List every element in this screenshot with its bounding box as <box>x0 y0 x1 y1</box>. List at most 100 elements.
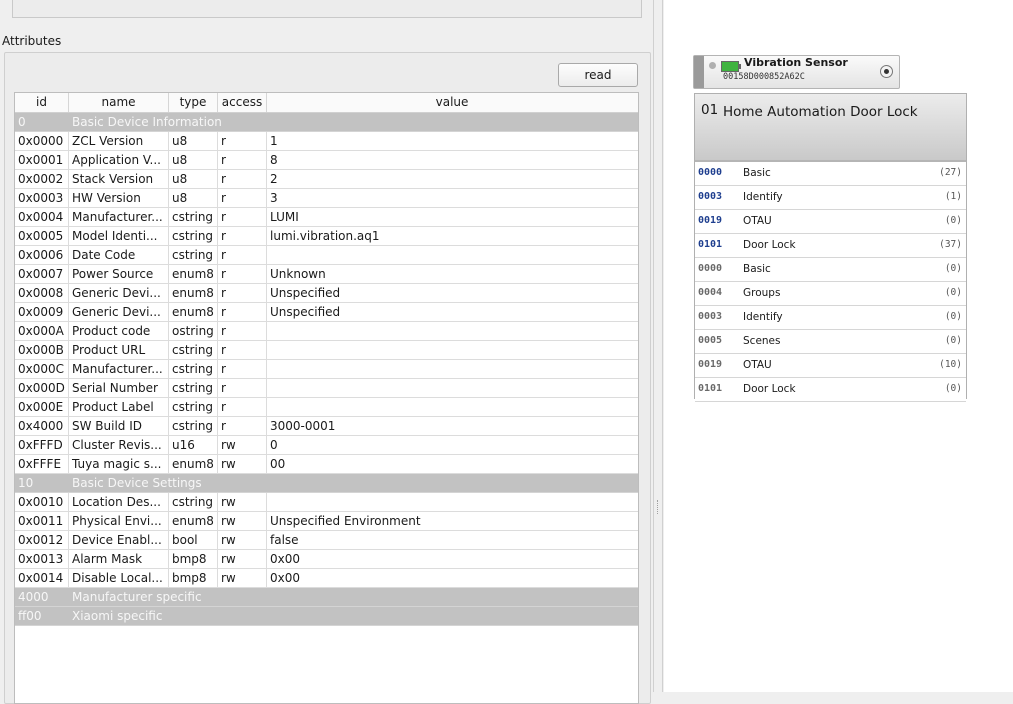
cell-id: 0x0007 <box>15 265 69 283</box>
table-row[interactable]: 0x0014 Disable Local... bmp8 rw 0x00 <box>15 569 638 588</box>
cell-id: 0xFFFE <box>15 455 69 473</box>
cell-access: rw <box>218 512 267 530</box>
cell-type: cstring <box>169 208 218 226</box>
cell-access: r <box>218 265 267 283</box>
cell-value: 0x00 <box>270 571 301 585</box>
cell-id: 0x0010 <box>15 493 69 511</box>
cell-access: r <box>218 303 267 321</box>
column-header-id[interactable]: id <box>15 93 69 112</box>
table-row[interactable]: 0x000A Product code ostring r <box>15 322 638 341</box>
cell-value: 0x00 <box>270 552 301 566</box>
table-row[interactable]: 0x0005 Model Identi... cstring r lumi.vibrat… <box>15 227 638 246</box>
cell-name: Application V... <box>69 151 169 169</box>
node-card[interactable]: Vibration Sensor 00158D000852A62C <box>693 55 900 89</box>
cell-name: Manufacturer... <box>69 208 169 226</box>
cluster-id: 0005 <box>698 335 723 346</box>
table-row[interactable]: 0x0004 Manufacturer... cstring r LUMI <box>15 208 638 227</box>
endpoint-header[interactable]: 01 Home Automation Door Lock <box>695 94 966 162</box>
cell-id: 0x0001 <box>15 151 69 169</box>
cell-id: 0x0011 <box>15 512 69 530</box>
attributes-table[interactable]: id name type access value 0 Basic Device … <box>14 92 639 704</box>
table-row[interactable]: 0x0007 Power Source enum8 r Unknown <box>15 265 638 284</box>
cluster-id: 0101 <box>698 383 723 394</box>
table-row[interactable]: 0x000D Serial Number cstring r <box>15 379 638 398</box>
table-row[interactable]: 0x0013 Alarm Mask bmp8 rw 0x00 <box>15 550 638 569</box>
cluster-item[interactable]: 0101 Door Lock (37) <box>695 234 966 258</box>
cluster-attribute-count: (37) <box>939 239 962 250</box>
cluster-item[interactable]: 0000 Basic (27) <box>695 162 966 186</box>
cell-value <box>267 322 637 340</box>
cell-value: lumi.vibration.aq1 <box>270 229 380 243</box>
section-row[interactable]: ff00 Xiaomi specific <box>15 607 638 626</box>
table-row[interactable]: 0x0011 Physical Envi... enum8 rw Unspecified… <box>15 512 638 531</box>
cluster-attribute-count: (0) <box>944 263 962 274</box>
table-row[interactable]: 0x0010 Location Des... cstring rw <box>15 493 638 512</box>
read-button[interactable]: read <box>558 63 638 87</box>
table-row[interactable]: 0x000E Product Label cstring r <box>15 398 638 417</box>
section-row[interactable]: 0 Basic Device Information <box>15 113 638 132</box>
cell-value <box>267 493 637 511</box>
cell-type: u8 <box>169 189 218 207</box>
cell-value <box>267 398 637 416</box>
table-row[interactable]: 0x4000 SW Build ID cstring r 3000-0001 <box>15 417 638 436</box>
table-row[interactable]: 0xFFFE Tuya magic s... enum8 rw 00 <box>15 455 638 474</box>
battery-icon <box>721 61 741 72</box>
cluster-name: Identify <box>743 311 783 323</box>
table-row[interactable]: 0x0012 Device Enabl... bool rw false <box>15 531 638 550</box>
table-row[interactable]: 0x0003 HW Version u8 r 3 <box>15 189 638 208</box>
table-row[interactable]: 0xFFFD Cluster Revis... u16 rw 0 <box>15 436 638 455</box>
cluster-item[interactable]: 0004 Groups (0) <box>695 282 966 306</box>
cell-id: 0x000A <box>15 322 69 340</box>
cell-id: ff00 <box>15 607 69 625</box>
cell-value <box>267 341 637 359</box>
column-header-access[interactable]: access <box>218 93 267 112</box>
cell-value: Unknown <box>270 267 326 281</box>
table-row[interactable]: 0x0002 Stack Version u8 r 2 <box>15 170 638 189</box>
cell-type: enum8 <box>169 265 218 283</box>
cluster-item[interactable]: 0003 Identify (0) <box>695 306 966 330</box>
cell-value: Unspecified <box>270 305 341 319</box>
cell-value: 1 <box>270 134 278 148</box>
splitter-handle[interactable] <box>653 0 663 692</box>
cluster-item[interactable]: 0019 OTAU (0) <box>695 210 966 234</box>
table-row[interactable]: 0x000B Product URL cstring r <box>15 341 638 360</box>
section-row[interactable]: 4000 Manufacturer specific <box>15 588 638 607</box>
cluster-attribute-count: (10) <box>939 359 962 370</box>
table-row[interactable]: 0x0000 ZCL Version u8 r 1 <box>15 132 638 151</box>
node-socket-radio-icon[interactable] <box>880 65 893 78</box>
splitter-grip[interactable] <box>657 500 660 514</box>
table-row[interactable]: 0x0009 Generic Devi... enum8 r Unspecified <box>15 303 638 322</box>
cluster-item[interactable]: 0101 Door Lock (0) <box>695 378 966 402</box>
cell-type: u8 <box>169 170 218 188</box>
cluster-item[interactable]: 0019 OTAU (10) <box>695 354 966 378</box>
table-row[interactable]: 0x000C Manufacturer... cstring r <box>15 360 638 379</box>
cell-value <box>267 246 637 264</box>
cell-access: r <box>218 189 267 207</box>
cell-id: 0 <box>15 113 69 131</box>
table-row[interactable]: 0x0006 Date Code cstring r <box>15 246 638 265</box>
column-header-value[interactable]: value <box>267 93 637 112</box>
cluster-item[interactable]: 0003 Identify (1) <box>695 186 966 210</box>
cell-type: ostring <box>169 322 218 340</box>
cluster-item[interactable]: 0005 Scenes (0) <box>695 330 966 354</box>
table-row[interactable]: 0x0008 Generic Devi... enum8 r Unspecified <box>15 284 638 303</box>
column-header-name[interactable]: name <box>69 93 169 112</box>
cluster-item[interactable]: 0000 Basic (0) <box>695 258 966 282</box>
cell-value: 2 <box>270 172 278 186</box>
cell-value: 3 <box>270 191 278 205</box>
cell-type: enum8 <box>169 455 218 473</box>
cluster-attribute-count: (27) <box>939 167 962 178</box>
cell-name: Tuya magic s... <box>69 455 169 473</box>
cell-name: Product Label <box>69 398 169 416</box>
section-row[interactable]: 10 Basic Device Settings <box>15 474 638 493</box>
cell-id: 0x000E <box>15 398 69 416</box>
cell-value <box>267 379 637 397</box>
cluster-name: Identify <box>743 191 783 203</box>
table-row[interactable]: 0x0001 Application V... u8 r 8 <box>15 151 638 170</box>
cell-access: r <box>218 151 267 169</box>
cell-type: bmp8 <box>169 550 218 568</box>
column-header-type[interactable]: type <box>169 93 218 112</box>
cluster-name: Groups <box>743 287 781 299</box>
cell-access: r <box>218 170 267 188</box>
cluster-id: 0003 <box>698 311 723 322</box>
